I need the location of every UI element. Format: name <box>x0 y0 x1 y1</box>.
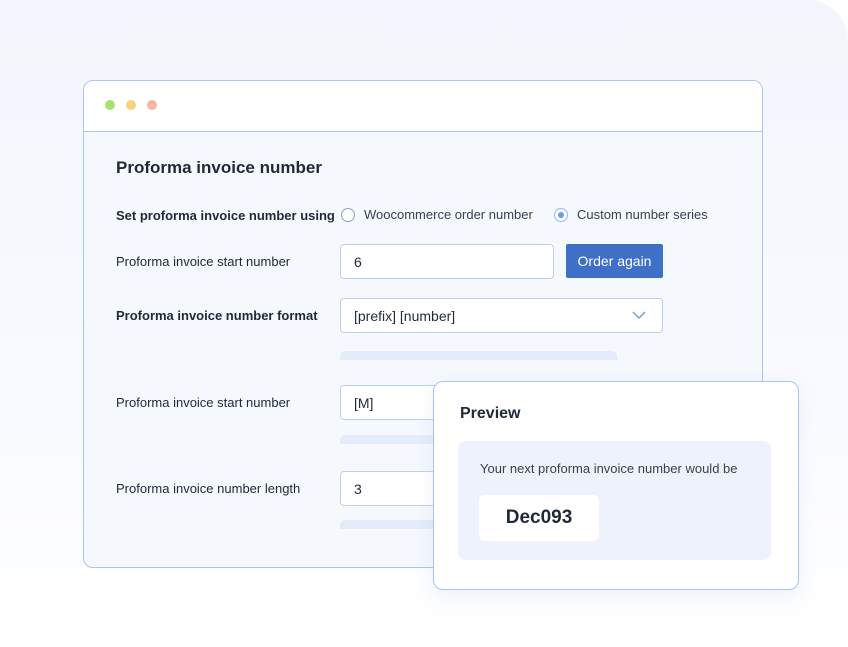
start-number-input[interactable]: 6 <box>340 244 554 279</box>
radio-custom-number-series[interactable]: Custom number series <box>554 207 708 222</box>
radio-woocommerce-order-number[interactable]: Woocommerce order number <box>341 207 533 222</box>
window-dot-yellow[interactable] <box>126 100 136 110</box>
radio-unchecked-icon <box>341 207 355 222</box>
format-label: Proforma invoice number format <box>116 308 318 323</box>
placeholder-bar <box>340 351 617 360</box>
preview-card: Preview Your next proforma invoice numbe… <box>433 381 799 590</box>
window-titlebar <box>84 81 762 132</box>
radio-checked-icon <box>554 207 568 222</box>
radio-label: Woocommerce order number <box>364 207 533 222</box>
order-again-button[interactable]: Order again <box>566 244 663 278</box>
numbering-label: Set proforma invoice number using <box>116 208 335 223</box>
chevron-down-icon <box>632 311 646 320</box>
format-select-value: [prefix] [number] <box>354 307 456 324</box>
format-select[interactable]: [prefix] [number] <box>340 298 663 333</box>
window-dot-red[interactable] <box>147 100 157 110</box>
preview-invoice-number: Dec093 <box>479 495 599 541</box>
section-title: Proforma invoice number <box>116 158 322 177</box>
preview-title: Preview <box>460 405 521 422</box>
radio-label: Custom number series <box>577 207 708 222</box>
preview-description: Your next proforma invoice number would … <box>480 461 738 476</box>
window-dot-green[interactable] <box>105 100 115 110</box>
preview-panel: Your next proforma invoice number would … <box>458 441 771 560</box>
length-label: Proforma invoice number length <box>116 481 301 496</box>
prefix-label: Proforma invoice start number <box>116 395 291 410</box>
start-number-label: Proforma invoice start number <box>116 254 291 269</box>
